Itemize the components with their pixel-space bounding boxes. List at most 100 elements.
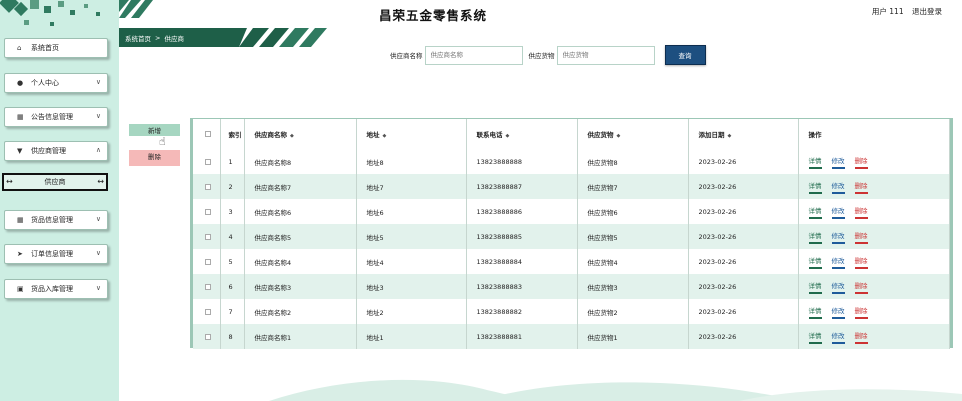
detail-link[interactable]: 详情	[808, 205, 822, 219]
add-button[interactable]: 新增	[129, 124, 180, 136]
sort-icon: ◆	[727, 133, 732, 139]
sidebar-item-6[interactable]: ▣ 货品入库管理 ∨	[4, 279, 108, 299]
delete-link[interactable]: 删除	[854, 180, 868, 194]
edit-link[interactable]: 修改	[831, 155, 845, 169]
sidebar-item-5[interactable]: ➤ 订单信息管理 ∨	[4, 244, 108, 264]
resize-left-arrow-icon: ↔	[6, 177, 13, 186]
detail-link[interactable]: 详情	[808, 330, 822, 344]
hand-cursor-icon: ☝	[159, 135, 166, 148]
sort-icon: ◆	[616, 133, 621, 139]
edit-link[interactable]: 修改	[831, 305, 845, 319]
header-date[interactable]: 添加日期 ◆	[688, 119, 799, 149]
cell-goods: 供应货物1	[577, 324, 689, 349]
cell-phone: 13823888882	[466, 299, 578, 324]
edit-link[interactable]: 修改	[831, 205, 845, 219]
delete-link[interactable]: 删除	[854, 255, 868, 269]
sidebar-item-4[interactable]: ▦ 货品信息管理 ∨	[4, 210, 108, 230]
cell-name: 供应商名称4	[244, 249, 357, 274]
breadcrumb-home[interactable]: 系统首页	[125, 33, 151, 43]
cell-name: 供应商名称1	[244, 324, 357, 349]
chevron-icon: ∨	[95, 112, 101, 120]
delete-link[interactable]: 删除	[854, 155, 868, 169]
sidebar-item-2[interactable]: ▦ 公告信息管理 ∨	[4, 107, 108, 127]
sort-icon: ◆	[290, 133, 294, 139]
row-checkbox[interactable]	[193, 274, 221, 299]
cell-address: 地址7	[356, 174, 467, 199]
cell-date: 2023-02-26	[688, 249, 799, 274]
sidebar-item-0[interactable]: ⌂ 系统首页	[4, 38, 108, 58]
cell-phone: 13823888885	[466, 224, 578, 249]
header-goods[interactable]: 供应货物 ◆	[577, 119, 689, 149]
delete-link[interactable]: 删除	[854, 205, 868, 219]
cell-date: 2023-02-26	[688, 174, 799, 199]
sidebar-item-label: 货品入库管理	[31, 285, 73, 293]
edit-link[interactable]: 修改	[831, 330, 845, 344]
cell-index: 7	[220, 299, 245, 324]
detail-link[interactable]: 详情	[808, 280, 822, 294]
row-checkbox[interactable]	[193, 249, 221, 274]
detail-link[interactable]: 详情	[808, 230, 822, 244]
submenu-item-supplier[interactable]: ↔ 供应商 ↔	[2, 173, 108, 191]
edit-link[interactable]: 修改	[831, 180, 845, 194]
home-icon: ⌂	[17, 44, 22, 52]
detail-link[interactable]: 详情	[808, 155, 822, 169]
grid-icon: ▦	[17, 113, 24, 121]
user-label: 用户 111	[871, 7, 904, 16]
delete-button[interactable]: 删除	[129, 150, 180, 166]
cell-address: 地址1	[356, 324, 467, 349]
row-checkbox[interactable]	[193, 199, 221, 224]
delete-link[interactable]: 删除	[854, 330, 868, 344]
delete-link[interactable]: 删除	[854, 305, 868, 319]
cell-address: 地址6	[356, 199, 467, 224]
detail-link[interactable]: 详情	[808, 180, 822, 194]
cell-index: 8	[220, 324, 245, 349]
supply-goods-input[interactable]	[556, 45, 655, 65]
row-checkbox[interactable]	[193, 149, 221, 174]
table-row: 1 供应商名称8 地址8 13823888888 供应货物8 2023-02-26 详情 修改…	[193, 149, 950, 174]
header-name[interactable]: 供应商名称 ◆	[244, 119, 357, 149]
delete-link[interactable]: 删除	[854, 230, 868, 244]
row-checkbox[interactable]	[193, 174, 221, 199]
edit-link[interactable]: 修改	[831, 230, 845, 244]
header-phone[interactable]: 联系电话 ◆	[466, 119, 578, 149]
logout-link[interactable]: 退出登录	[912, 7, 942, 16]
cell-goods: 供应货物4	[577, 249, 689, 274]
delete-link[interactable]: 删除	[854, 280, 868, 294]
edit-link[interactable]: 修改	[831, 255, 845, 269]
table-row: 8 供应商名称1 地址1 13823888881 供应货物1 2023-02-26 详情 修改…	[193, 324, 950, 349]
cell-goods: 供应货物2	[577, 299, 689, 324]
select-all-checkbox[interactable]	[193, 119, 221, 149]
row-checkbox[interactable]	[193, 224, 221, 249]
detail-link[interactable]: 详情	[808, 255, 822, 269]
cell-ops: 详情 修改 删除	[798, 299, 950, 324]
supplier-name-input[interactable]	[424, 45, 523, 65]
cell-ops: 详情 修改 删除	[798, 324, 950, 349]
cell-ops: 详情 修改 删除	[798, 149, 950, 174]
chevron-icon: ∧	[95, 146, 101, 154]
sidebar-item-label: 个人中心	[31, 79, 59, 87]
sidebar-item-label: 公告信息管理	[31, 113, 73, 121]
chevron-icon: ∨	[95, 78, 101, 86]
cell-goods: 供应货物7	[577, 174, 689, 199]
table-row: 4 供应商名称5 地址5 13823888885 供应货物5 2023-02-26 详情 修改…	[193, 224, 950, 249]
edit-link[interactable]: 修改	[831, 280, 845, 294]
chevron-icon: ∨	[95, 249, 101, 257]
search-button[interactable]: 查询	[664, 45, 706, 65]
sidebar-item-3[interactable]: ▼ 供应商管理 ∧	[4, 141, 108, 161]
header-address[interactable]: 地址 ◆	[356, 119, 467, 149]
cell-address: 地址8	[356, 149, 467, 174]
submenu-item-label: 供应商	[44, 178, 66, 186]
sidebar-item-1[interactable]: ● 个人中心 ∨	[4, 73, 108, 93]
row-checkbox[interactable]	[193, 299, 221, 324]
cell-phone: 13823888881	[466, 324, 578, 349]
sort-icon: ◆	[382, 133, 387, 139]
sidebar-item-label: 供应商管理	[31, 147, 66, 155]
cell-ops: 详情 修改 删除	[798, 174, 950, 199]
cell-goods: 供应货物5	[577, 224, 689, 249]
row-checkbox[interactable]	[193, 324, 221, 349]
cell-goods: 供应货物3	[577, 274, 689, 299]
send-icon: ➤	[17, 250, 23, 258]
cell-address: 地址2	[356, 299, 467, 324]
detail-link[interactable]: 详情	[808, 305, 822, 319]
table-row: 2 供应商名称7 地址7 13823888887 供应货物7 2023-02-26 详情 修改…	[193, 174, 950, 199]
